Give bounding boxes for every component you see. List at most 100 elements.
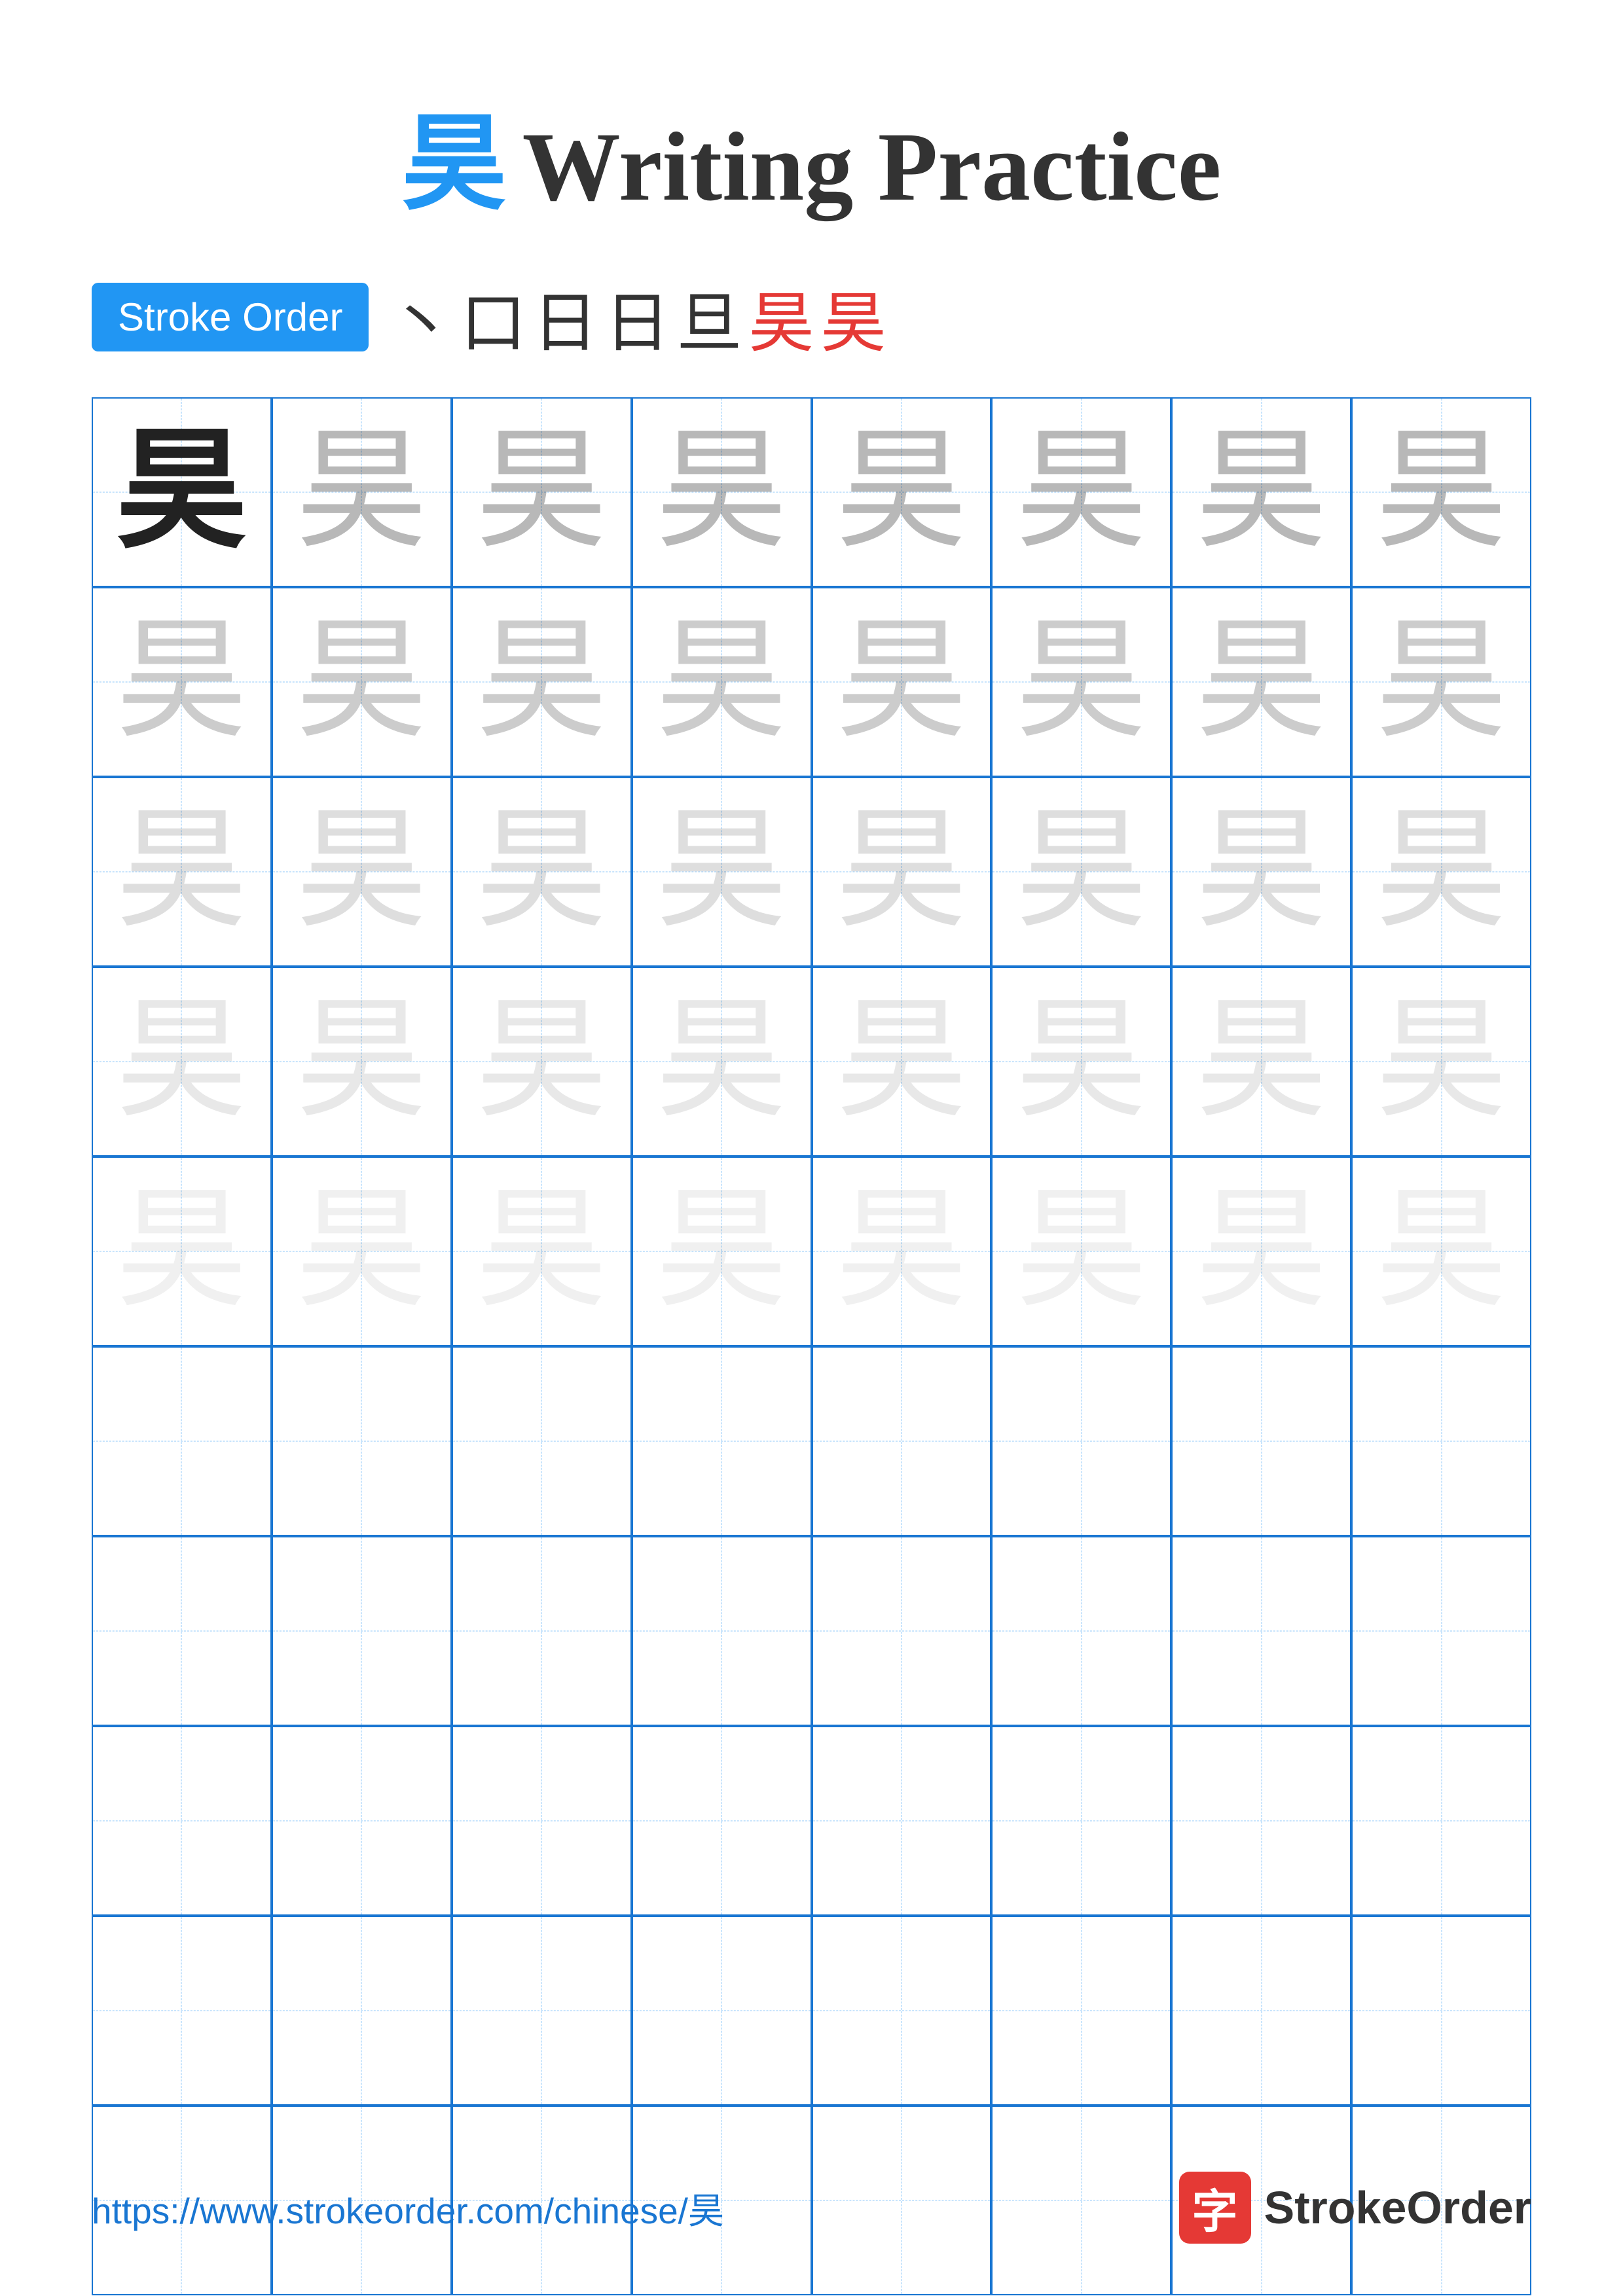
grid-row-2: 昊 昊 昊 昊 昊 昊 昊 昊 [92,587,1531,777]
practice-char: 昊 [1376,996,1507,1127]
grid-cell[interactable]: 昊 [632,587,812,777]
grid-cell[interactable]: 昊 [991,1157,1171,1346]
footer: https://www.strokeorder.com/chinese/昊 字 … [0,2172,1623,2244]
grid-cell[interactable] [92,1916,272,2106]
grid-cell[interactable]: 昊 [272,777,452,967]
grid-cell[interactable]: 昊 [272,587,452,777]
title-chinese: 昊 [402,106,507,223]
practice-char: 昊 [476,617,607,747]
practice-char: 昊 [1376,1186,1507,1317]
grid-cell[interactable] [632,1346,812,1536]
grid-cell[interactable] [812,1346,992,1536]
grid-cell[interactable] [1351,1726,1531,1916]
practice-char: 昊 [1016,617,1147,747]
grid-cell[interactable]: 昊 [272,397,452,587]
practice-char: 昊 [656,1186,787,1317]
grid-cell[interactable] [92,1536,272,1726]
grid-cell[interactable]: 昊 [991,587,1171,777]
grid-cell[interactable]: 昊 [1171,1157,1351,1346]
stroke-1: 丶 [388,270,454,365]
grid-cell[interactable] [991,1536,1171,1726]
grid-cell[interactable] [452,1726,632,1916]
grid-cell[interactable]: 昊 [812,587,992,777]
practice-char: 昊 [1016,1186,1147,1317]
grid-cell[interactable]: 昊 [1351,397,1531,587]
grid-cell[interactable]: 昊 [1351,777,1531,967]
practice-char: 昊 [296,806,427,937]
grid-cell[interactable]: 昊 [452,777,632,967]
grid-cell[interactable] [452,1536,632,1726]
grid-cell[interactable]: 昊 [272,967,452,1157]
grid-cell[interactable]: 昊 [812,1157,992,1346]
practice-char: 昊 [116,427,247,558]
grid-cell[interactable]: 昊 [1351,967,1531,1157]
grid-cell[interactable] [632,1916,812,2106]
grid-cell[interactable] [991,1726,1171,1916]
grid-cell[interactable] [1351,1536,1531,1726]
grid-cell[interactable]: 昊 [272,1157,452,1346]
grid-cell[interactable]: 昊 [812,777,992,967]
practice-char: 昊 [476,427,607,558]
grid-cell[interactable]: 昊 [632,967,812,1157]
practice-char: 昊 [836,427,967,558]
grid-cell[interactable] [812,1536,992,1726]
grid-cell[interactable] [1351,1916,1531,2106]
grid-cell[interactable] [272,1916,452,2106]
grid-cell[interactable] [1171,1536,1351,1726]
grid-cell[interactable] [1171,1346,1351,1536]
grid-cell[interactable]: 昊 [452,587,632,777]
grid-cell[interactable] [812,1726,992,1916]
grid-cell[interactable]: 昊 [92,967,272,1157]
grid-row-3: 昊 昊 昊 昊 昊 昊 昊 昊 [92,777,1531,967]
grid-cell[interactable]: 昊 [452,397,632,587]
grid-cell[interactable] [991,1916,1171,2106]
practice-char: 昊 [1196,996,1327,1127]
practice-char: 昊 [476,996,607,1127]
grid-cell[interactable] [991,1346,1171,1536]
grid-cell[interactable] [1171,1726,1351,1916]
grid-cell[interactable]: 昊 [1171,967,1351,1157]
grid-cell[interactable] [1171,1916,1351,2106]
grid-cell[interactable]: 昊 [452,967,632,1157]
grid-cell[interactable]: 昊 [452,1157,632,1346]
grid-cell[interactable]: 昊 [92,397,272,587]
grid-cell[interactable] [1351,1346,1531,1536]
grid-cell[interactable]: 昊 [812,397,992,587]
grid-cell[interactable]: 昊 [991,777,1171,967]
grid-cell[interactable] [272,1536,452,1726]
stroke-7: 昊 [820,270,886,365]
practice-char: 昊 [116,1186,247,1317]
grid-cell[interactable] [92,1726,272,1916]
grid-cell[interactable] [272,1346,452,1536]
practice-char: 昊 [656,806,787,937]
grid-cell[interactable] [452,1346,632,1536]
grid-cell[interactable]: 昊 [632,397,812,587]
grid-row-5: 昊 昊 昊 昊 昊 昊 昊 昊 [92,1157,1531,1346]
practice-char: 昊 [1376,806,1507,937]
grid-cell[interactable] [632,1536,812,1726]
grid-cell[interactable]: 昊 [1171,587,1351,777]
grid-cell[interactable]: 昊 [1171,397,1351,587]
grid-cell[interactable]: 昊 [1171,777,1351,967]
grid-cell[interactable]: 昊 [92,587,272,777]
grid-cell[interactable]: 昊 [1351,587,1531,777]
practice-char: 昊 [836,1186,967,1317]
grid-cell[interactable]: 昊 [1351,1157,1531,1346]
grid-cell[interactable] [632,1726,812,1916]
practice-char: 昊 [116,996,247,1127]
stroke-order-badge: Stroke Order [92,283,369,351]
grid-cell[interactable]: 昊 [812,967,992,1157]
grid-cell[interactable]: 昊 [632,1157,812,1346]
grid-cell[interactable]: 昊 [92,777,272,967]
grid-cell[interactable]: 昊 [991,397,1171,587]
grid-cell[interactable]: 昊 [92,1157,272,1346]
grid-cell[interactable] [812,1916,992,2106]
practice-char: 昊 [296,1186,427,1317]
brand-icon: 字 [1179,2172,1251,2244]
grid-cell[interactable] [452,1916,632,2106]
grid-cell[interactable] [92,1346,272,1536]
grid-cell[interactable]: 昊 [632,777,812,967]
grid-cell[interactable]: 昊 [991,967,1171,1157]
practice-char: 昊 [1196,1186,1327,1317]
grid-cell[interactable] [272,1726,452,1916]
